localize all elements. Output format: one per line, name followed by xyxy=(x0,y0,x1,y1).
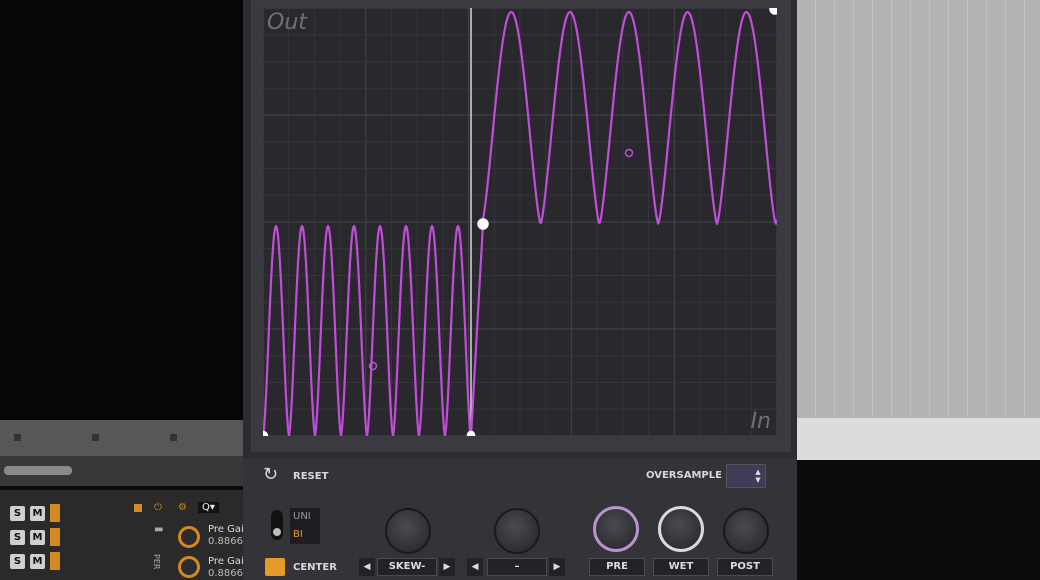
in-axis-label: In xyxy=(750,409,771,434)
device-param-name: Pre Gai xyxy=(208,524,244,535)
post-label: POST xyxy=(717,558,773,576)
uni-bi-box: UNI BI xyxy=(290,508,320,544)
post-knob[interactable] xyxy=(723,508,769,554)
solo-button[interactable]: S xyxy=(10,506,25,521)
plugin-controls-panel: ↻ RESET OVERSAMPLE ▲▼ UNI BI CENTER ◀ SK… xyxy=(243,458,797,580)
transfer-curve-graph[interactable]: Out In xyxy=(263,8,777,436)
track-mixer-panel: S M S M S M ⏻ ▬ PER ⚙ Q▾ Pre Gai 0.8866 … xyxy=(0,490,244,580)
out-axis-label: Out xyxy=(267,10,307,35)
uni-option[interactable]: UNI xyxy=(293,511,311,522)
curve-node-handle xyxy=(477,218,489,230)
mode-next-button[interactable]: ▶ xyxy=(549,558,565,576)
meter-icon xyxy=(50,528,60,546)
mute-button[interactable]: M xyxy=(30,530,45,545)
arranger-lower-right xyxy=(797,460,1040,580)
updown-arrows-icon: ▲▼ xyxy=(754,468,762,484)
power-icon[interactable]: ⏻ xyxy=(154,502,162,513)
device-settings-icon[interactable]: ⚙ xyxy=(178,502,187,513)
arranger-ruler-right xyxy=(797,418,1040,460)
ruler-marker xyxy=(14,434,21,441)
bi-option[interactable]: BI xyxy=(293,529,303,540)
uni-bi-toggle[interactable] xyxy=(271,510,283,540)
side-label: PER xyxy=(152,554,161,570)
reset-icon[interactable]: ↻ xyxy=(263,464,278,485)
center-label: CENTER xyxy=(293,562,337,573)
ruler-marker xyxy=(170,434,177,441)
curve-midpoint-handle xyxy=(466,430,476,436)
toggle-thumb xyxy=(273,528,281,536)
pre-knob[interactable] xyxy=(593,506,639,552)
solo-button[interactable]: S xyxy=(10,554,25,569)
device-param-value: 0.8866 xyxy=(208,568,243,579)
meter-icon xyxy=(50,504,60,522)
skew-next-button[interactable]: ▶ xyxy=(439,558,455,576)
mode-prev-button[interactable]: ◀ xyxy=(467,558,483,576)
skew-select[interactable]: SKEW- xyxy=(377,558,437,576)
pre-gain-knob[interactable] xyxy=(178,556,200,578)
oversample-select[interactable]: ▲▼ xyxy=(726,464,766,488)
ruler-marker xyxy=(92,434,99,441)
transfer-curve-svg[interactable] xyxy=(263,8,777,436)
skew-knob[interactable] xyxy=(385,508,431,554)
arranger-clips-area xyxy=(797,0,1040,460)
solo-button[interactable]: S xyxy=(10,530,25,545)
timeline-ruler[interactable] xyxy=(0,420,243,456)
device-indicator-icon xyxy=(134,504,142,512)
scrollbar-thumb[interactable] xyxy=(4,466,72,475)
pre-gain-knob[interactable] xyxy=(178,526,200,548)
folder-icon[interactable]: ▬ xyxy=(154,524,163,535)
reset-button[interactable]: RESET xyxy=(293,471,328,482)
wet-knob[interactable] xyxy=(658,506,704,552)
pre-label: PRE xyxy=(589,558,645,576)
mute-button[interactable]: M xyxy=(30,506,45,521)
center-checkbox[interactable] xyxy=(265,558,285,576)
meter-icon xyxy=(50,552,60,570)
curve-endpoint-handle xyxy=(769,8,777,15)
device-param-name: Pre Gai xyxy=(208,556,244,567)
device-param-value: 0.8866 xyxy=(208,536,243,547)
wet-label: WET xyxy=(653,558,709,576)
skew-prev-button[interactable]: ◀ xyxy=(359,558,375,576)
mode-select[interactable]: – xyxy=(487,558,547,576)
search-field[interactable]: Q▾ xyxy=(198,502,219,513)
mute-button[interactable]: M xyxy=(30,554,45,569)
arranger-background xyxy=(0,0,243,420)
second-knob[interactable] xyxy=(494,508,540,554)
oversample-label: OVERSAMPLE xyxy=(646,470,722,481)
